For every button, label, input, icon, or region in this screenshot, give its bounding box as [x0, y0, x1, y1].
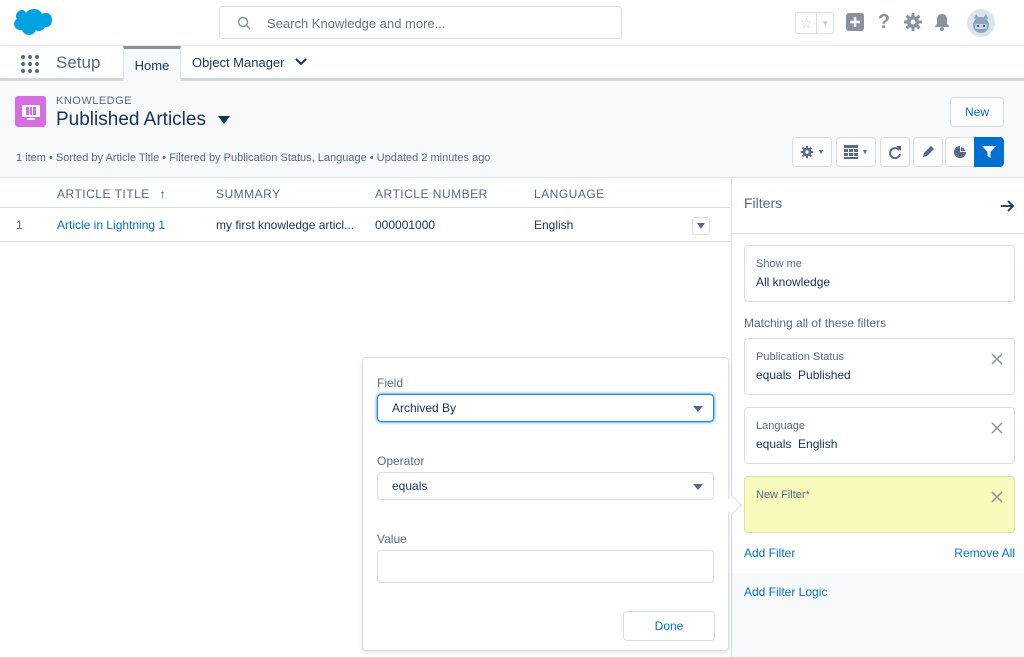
value-input[interactable]	[377, 550, 714, 583]
refresh-icon	[889, 146, 901, 159]
tab-home-label: Home	[134, 57, 170, 73]
bell-icon	[935, 14, 949, 31]
column-header-language[interactable]: LANGUAGE	[534, 187, 605, 201]
object-label: KNOWLEDGE	[56, 95, 133, 107]
sort-ascending-icon: ↑	[159, 187, 167, 201]
list-view-switcher-icon[interactable]	[217, 115, 230, 125]
filter-field: Publication Status	[756, 351, 845, 363]
close-icon[interactable]	[991, 353, 1003, 365]
caret-down-icon	[697, 223, 705, 229]
global-search[interactable]: Search Knowledge and more...	[219, 6, 622, 39]
global-header: Search Knowledge and more... ☆ ▼ ?	[0, 0, 1024, 46]
filter-item[interactable]: Publication Status equals Published	[744, 338, 1015, 395]
show-me-filter[interactable]: Show me All knowledge	[744, 245, 1015, 302]
column-header-summary[interactable]: SUMMARY	[216, 187, 281, 201]
filters-panel-header: Filters	[732, 178, 1024, 234]
arrow-right-icon[interactable]	[1000, 198, 1016, 214]
app-name: Setup	[56, 53, 101, 72]
add-filter-link[interactable]: Add Filter	[744, 546, 795, 560]
list-view-name: Published Articles	[56, 109, 206, 130]
column-header-article-title[interactable]: ARTICLE TITLE ↑	[57, 187, 166, 201]
caret-down-icon	[693, 484, 703, 490]
global-actions-button[interactable]	[844, 11, 866, 33]
article-number: 000001000	[375, 218, 436, 232]
favorites-dropdown-icon[interactable]: ▼	[817, 13, 833, 33]
filter-field: New Filter*	[756, 489, 810, 501]
article-title-link[interactable]: Article in Lightning 1	[57, 218, 165, 232]
operator-select-value: equals	[392, 479, 428, 493]
help-icon[interactable]: ?	[873, 11, 895, 33]
user-avatar[interactable]	[967, 9, 995, 37]
articles-table: ARTICLE TITLE ↑ SUMMARY ARTICLE NUMBER L…	[0, 178, 730, 242]
operator-label: Operator	[377, 454, 425, 468]
close-icon[interactable]	[991, 491, 1003, 503]
chevron-down-icon[interactable]	[294, 56, 307, 68]
done-button[interactable]: Done	[623, 611, 715, 641]
display-as-button[interactable]: ▼	[836, 137, 876, 167]
edit-button[interactable]	[913, 137, 943, 167]
pie-chart-icon	[954, 146, 966, 158]
table-row: 1 Article in Lightning 1 my first knowle…	[0, 208, 730, 242]
remove-all-link[interactable]: Remove All	[954, 546, 1015, 560]
app-launcher-icon[interactable]	[20, 54, 40, 74]
caret-down-icon: ▼	[861, 148, 869, 156]
article-language: English	[534, 218, 574, 232]
search-input[interactable]: Search Knowledge and more...	[267, 16, 446, 31]
filters-panel: Filters Show me All knowledge Matching a…	[731, 178, 1024, 657]
filter-item[interactable]: Language equals English	[744, 407, 1015, 464]
pencil-icon	[923, 146, 934, 157]
notifications-button[interactable]	[931, 11, 953, 33]
knowledge-object-icon	[15, 96, 46, 127]
list-view-header: KNOWLEDGE Published Articles 1 item • So…	[0, 81, 1024, 178]
setup-gear-button[interactable]	[902, 11, 924, 33]
show-me-value: All knowledge	[756, 275, 831, 289]
filters-panel-body: Filters Show me All knowledge Matching a…	[732, 178, 1024, 573]
refresh-button[interactable]	[880, 137, 910, 167]
filter-icon	[982, 146, 996, 158]
search-icon	[237, 16, 251, 30]
list-meta-info: 1 item • Sorted by Article Title • Filte…	[16, 152, 491, 164]
value-label: Value	[377, 532, 407, 546]
tab-object-manager-label: Object Manager	[192, 54, 285, 70]
column-header-article-number[interactable]: ARTICLE NUMBER	[375, 187, 488, 201]
filter-value: equals Published	[756, 368, 851, 382]
filter-field: Language	[756, 420, 805, 432]
field-select-value: Archived By	[392, 401, 457, 415]
new-button[interactable]: New	[950, 97, 1004, 127]
list-settings-button[interactable]: ▼	[792, 137, 832, 167]
gear-icon	[800, 145, 813, 159]
field-label: Field	[377, 376, 404, 390]
filter-edit-popover: Field Archived By Operator equals Value …	[362, 357, 742, 651]
filter-button[interactable]	[974, 137, 1004, 167]
book-icon	[21, 104, 40, 120]
matching-label: Matching all of these filters	[744, 316, 887, 330]
operator-select[interactable]: equals	[377, 472, 714, 500]
close-icon[interactable]	[991, 422, 1003, 434]
table-header: ARTICLE TITLE ↑ SUMMARY ARTICLE NUMBER L…	[0, 178, 730, 208]
gear-icon	[904, 13, 922, 31]
article-summary: my first knowledge articl...	[216, 218, 355, 232]
row-number: 1	[16, 218, 23, 232]
star-icon[interactable]: ☆	[796, 13, 818, 33]
field-select[interactable]: Archived By	[377, 394, 714, 422]
app-nav-bar: Setup Home Object Manager	[0, 46, 1024, 81]
show-me-label: Show me	[756, 258, 802, 270]
chart-button[interactable]	[945, 137, 975, 167]
salesforce-logo-icon[interactable]	[8, 7, 52, 39]
tab-object-manager[interactable]: Object Manager	[192, 46, 307, 78]
caret-down-icon	[693, 406, 703, 412]
new-filter-item[interactable]: New Filter*	[744, 476, 1015, 533]
tab-home[interactable]: Home	[123, 46, 181, 81]
column-label: ARTICLE TITLE	[57, 187, 150, 201]
filters-title: Filters	[744, 195, 783, 211]
favorites-button-group[interactable]: ☆ ▼	[795, 12, 834, 34]
add-filter-logic-link[interactable]: Add Filter Logic	[744, 585, 827, 599]
caret-down-icon: ▼	[817, 148, 825, 156]
filter-value: equals English	[756, 437, 838, 451]
table-icon	[843, 145, 858, 159]
astro-avatar-icon	[973, 14, 989, 33]
row-actions-button[interactable]	[692, 217, 710, 235]
list-view-title[interactable]: Published Articles	[56, 109, 230, 131]
plus-icon	[846, 13, 864, 31]
